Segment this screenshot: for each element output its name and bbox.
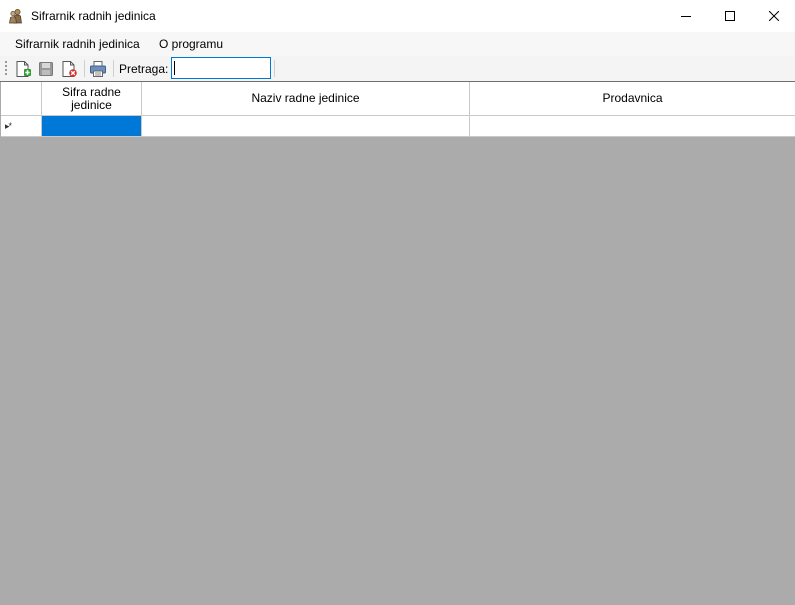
- row-header-corner[interactable]: [1, 82, 42, 116]
- toolbar-grip[interactable]: [5, 60, 7, 77]
- title-bar: Sifrarnik radnih jedinica: [0, 0, 795, 32]
- close-button[interactable]: [751, 0, 795, 32]
- delete-document-icon: [62, 61, 77, 77]
- print-button[interactable]: [88, 59, 108, 79]
- column-header-prodavnica[interactable]: Prodavnica: [470, 82, 795, 116]
- toolbar-separator: [113, 60, 114, 77]
- column-header-label: Naziv radne jedinice: [251, 91, 360, 105]
- column-header-label: Sifra radne jedinice: [62, 84, 121, 112]
- save-icon: [39, 62, 53, 76]
- search-input[interactable]: [171, 57, 271, 79]
- text-caret: [174, 61, 175, 75]
- toolbar: Pretraga:: [0, 56, 795, 81]
- maximize-icon: [725, 11, 735, 21]
- print-icon: [90, 61, 106, 77]
- save-button[interactable]: [36, 59, 56, 79]
- data-grid[interactable]: Sifra radne jedinice Naziv radne jedinic…: [1, 82, 795, 605]
- new-row-cell-prodavnica[interactable]: [470, 116, 795, 137]
- maximize-button[interactable]: [707, 0, 753, 32]
- toolbar-separator: [84, 60, 85, 77]
- menu-item-sifrarnik[interactable]: Sifrarnik radnih jedinica: [15, 37, 140, 51]
- menu-bar: Sifrarnik radnih jedinica O programu: [0, 32, 795, 56]
- new-row-cell-naziv[interactable]: [142, 116, 470, 137]
- column-header-naziv[interactable]: Naziv radne jedinice: [142, 82, 470, 116]
- search-label: Pretraga:: [119, 62, 169, 76]
- delete-button[interactable]: [59, 59, 79, 79]
- people-icon[interactable]: [8, 8, 24, 24]
- new-button[interactable]: [13, 59, 33, 79]
- toolbar-separator: [274, 60, 275, 77]
- window-title: Sifrarnik radnih jedinica: [31, 9, 156, 23]
- close-icon: [769, 11, 779, 21]
- column-header-sifra[interactable]: Sifra radne jedinice: [42, 82, 142, 116]
- minimize-icon: [681, 16, 691, 17]
- new-row-indicator[interactable]: ▸*: [1, 116, 42, 137]
- new-document-icon: [16, 61, 31, 77]
- new-row-cell-sifra[interactable]: [42, 116, 142, 137]
- minimize-button[interactable]: [663, 0, 709, 32]
- column-header-label: Prodavnica: [602, 91, 663, 105]
- menu-item-o-programu[interactable]: O programu: [159, 37, 223, 51]
